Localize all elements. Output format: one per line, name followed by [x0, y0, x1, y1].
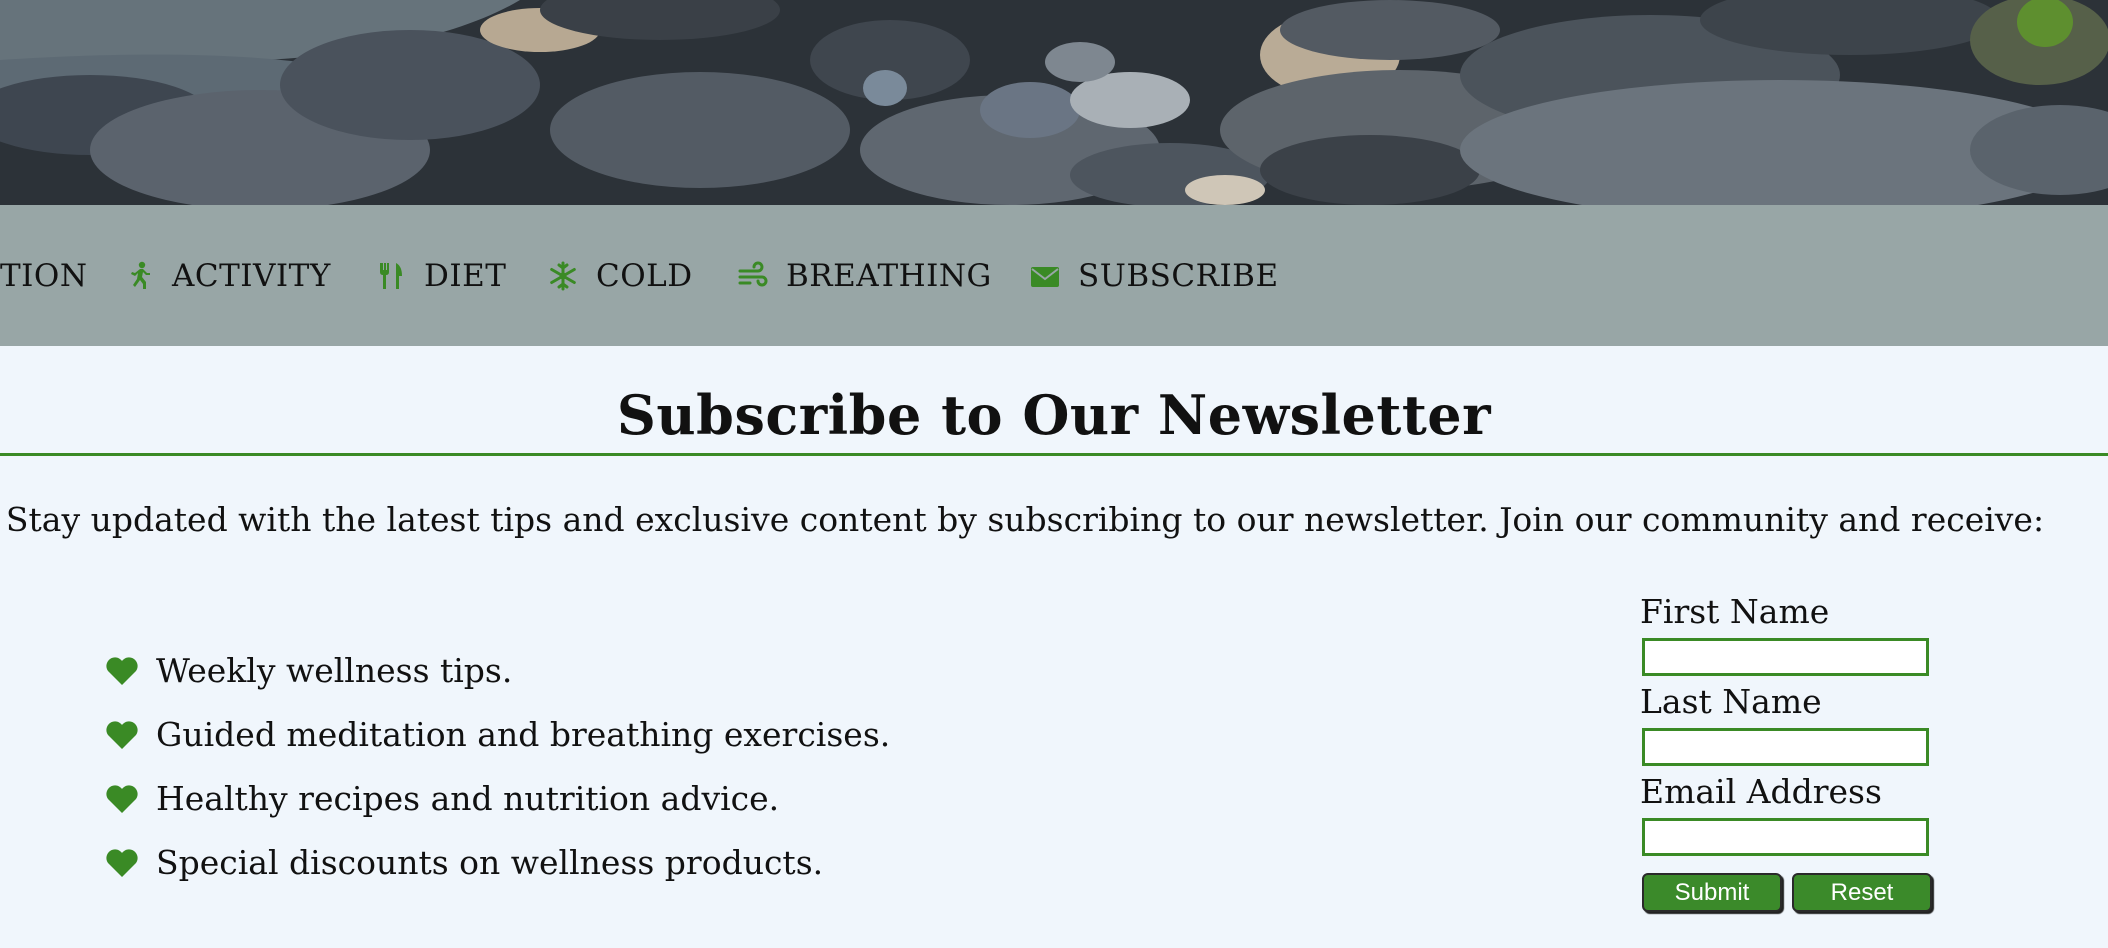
heart-icon	[105, 783, 139, 813]
first-name-label: First Name	[1640, 592, 1830, 631]
main-nav: TION ACTIVITY DIET COLD BREATHING SUBSCR…	[0, 205, 2108, 346]
heart-icon	[105, 719, 139, 749]
page-title: Subscribe to Our Newsletter	[616, 383, 1492, 447]
list-item: Special discounts on wellness products.	[105, 830, 890, 894]
last-name-field[interactable]	[1642, 728, 1929, 766]
heart-icon	[105, 655, 139, 685]
reset-button[interactable]: Reset	[1792, 873, 1932, 912]
utensils-icon	[376, 261, 406, 291]
title-divider	[0, 453, 2108, 456]
benefit-text: Weekly wellness tips.	[156, 650, 513, 690]
nav-item-subscribe[interactable]: SUBSCRIBE	[1030, 205, 1279, 346]
nav-item-activity[interactable]: ACTIVITY	[124, 205, 331, 346]
nav-item-label: ACTIVITY	[172, 257, 331, 294]
benefits-list: Weekly wellness tips. Guided meditation …	[105, 638, 890, 894]
snowflake-icon	[548, 261, 578, 291]
nav-item-diet[interactable]: DIET	[376, 205, 506, 346]
wind-icon	[738, 261, 768, 291]
list-item: Healthy recipes and nutrition advice.	[105, 766, 890, 830]
benefit-text: Healthy recipes and nutrition advice.	[156, 778, 780, 818]
email-field[interactable]	[1642, 818, 1929, 856]
subscribe-form: First Name Last Name Email Address	[1640, 588, 1940, 858]
nav-item-label: BREATHING	[786, 257, 992, 294]
nav-item-label: COLD	[596, 257, 693, 294]
hero-rocks-image	[0, 0, 2108, 205]
nav-item-meditation[interactable]: TION	[0, 205, 87, 346]
form-buttons: Submit Reset	[1642, 873, 1932, 912]
nav-item-label: SUBSCRIBE	[1078, 257, 1279, 294]
nav-item-cold[interactable]: COLD	[548, 205, 693, 346]
heart-icon	[105, 847, 139, 877]
nav-item-label: DIET	[424, 257, 507, 294]
nav-item-breathing[interactable]: BREATHING	[738, 205, 992, 346]
email-label: Email Address	[1640, 772, 1882, 811]
nav-item-label: TION	[0, 257, 88, 294]
running-person-icon	[124, 261, 154, 291]
first-name-field[interactable]	[1642, 638, 1929, 676]
list-item: Weekly wellness tips.	[105, 638, 890, 702]
benefit-text: Guided meditation and breathing exercise…	[156, 714, 891, 754]
intro-text: Stay updated with the latest tips and ex…	[5, 500, 2045, 539]
benefit-text: Special discounts on wellness products.	[156, 842, 824, 882]
envelope-icon	[1030, 261, 1060, 291]
submit-button[interactable]: Submit	[1642, 873, 1782, 912]
list-item: Guided meditation and breathing exercise…	[105, 702, 890, 766]
last-name-label: Last Name	[1640, 682, 1822, 721]
